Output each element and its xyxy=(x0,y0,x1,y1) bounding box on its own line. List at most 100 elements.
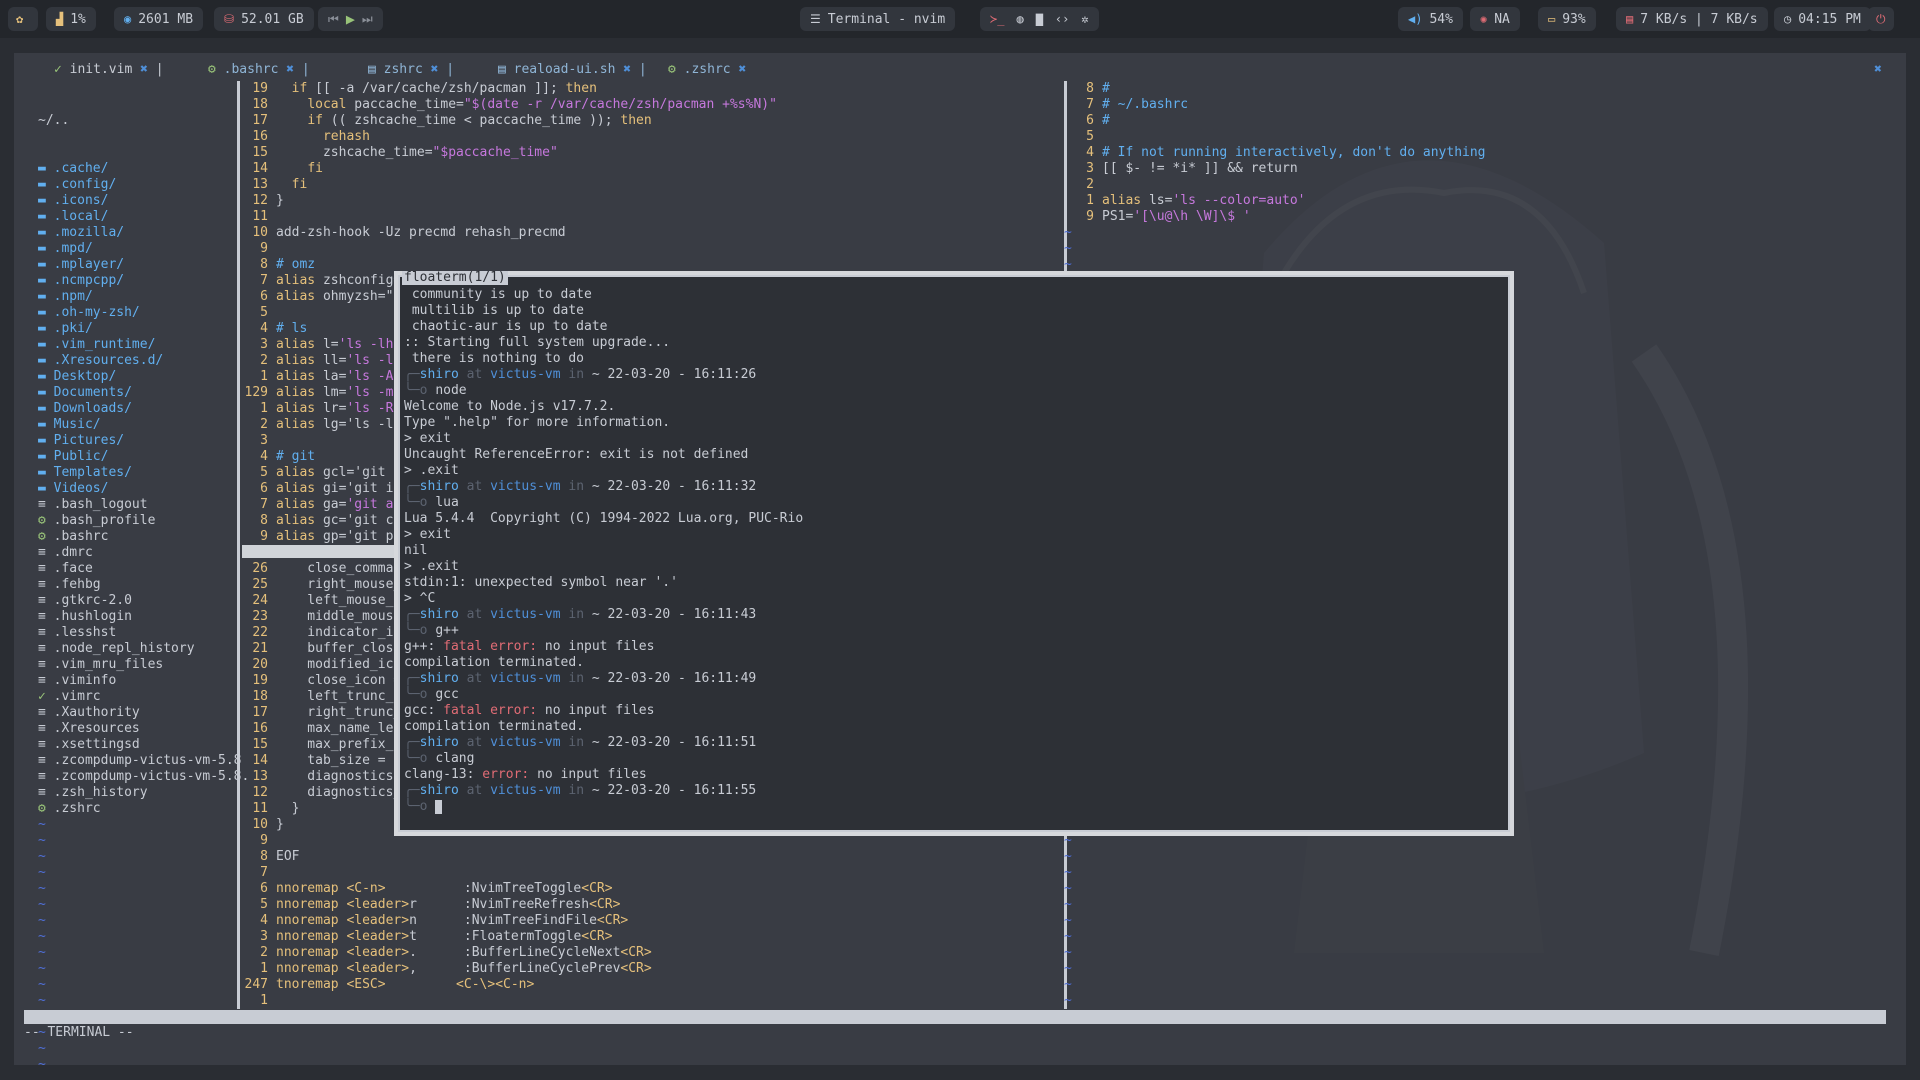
tree-item[interactable]: ≡ .zcompdump-victus-vm-5.8 xyxy=(38,753,248,769)
clock-value: 04:15 PM xyxy=(1798,11,1861,27)
code-line: 8 # xyxy=(1064,81,1894,97)
folder-icon[interactable]: ▇ xyxy=(1036,13,1043,25)
terminal-line: stdin:1: unexpected symbol near '.' xyxy=(404,575,678,590)
code-text: nnoremap <leader>t :FloatermToggle<CR> xyxy=(276,929,613,944)
tree-item[interactable]: ▬ Public/ xyxy=(38,449,248,465)
tree-item[interactable]: ▬ .vim_runtime/ xyxy=(38,337,248,353)
tab-zshrc[interactable]: ▤ zshrc ✖ | xyxy=(368,62,454,78)
tree-item[interactable]: ▬ Music/ xyxy=(38,417,248,433)
line-number: 2 xyxy=(260,353,268,368)
terminal-line: ╭─shiro at victus-vm in ~ 22-03-20 - 16:… xyxy=(404,367,1504,383)
code-line: 247 tnoremap <ESC> <C-\><C-n> xyxy=(238,977,1058,993)
code-text: alias ohmyzsh="nvi xyxy=(276,289,417,304)
file-icon: ≡ xyxy=(38,737,54,752)
tree-item[interactable]: ≡ .viminfo xyxy=(38,673,248,689)
code-line: 15 zshcache_time="$paccache_time" xyxy=(238,145,1058,161)
tree-item[interactable]: ▬ .mpd/ xyxy=(38,241,248,257)
close-icon[interactable]: ✖ xyxy=(286,62,294,77)
tree-item[interactable]: ≡ .lesshst xyxy=(38,625,248,641)
code-line: 14 fi xyxy=(238,161,1058,177)
tree-item[interactable]: ≡ .Xresources xyxy=(38,721,248,737)
power-button[interactable]: ⏻ xyxy=(1868,7,1894,31)
tree-item[interactable]: ≡ .face xyxy=(38,561,248,577)
tree-item-label: .zshrc xyxy=(53,801,101,816)
tree-item[interactable]: ▬ Videos/ xyxy=(38,481,248,497)
play-icon[interactable]: ▶ xyxy=(346,11,355,27)
close-icon[interactable]: ✖ xyxy=(623,62,631,77)
tree-item[interactable]: ▬ Pictures/ xyxy=(38,433,248,449)
tree-item-label: .Xresources.d/ xyxy=(53,353,164,368)
tab-reaload-ui[interactable]: ▤ reaload-ui.sh ✖ | xyxy=(498,62,647,78)
tree-item[interactable]: ⚙ .bashrc xyxy=(38,529,248,545)
tree-item[interactable]: ≡ .node_repl_history xyxy=(38,641,248,657)
prompt-host: victus-vm xyxy=(490,367,561,382)
tree-item[interactable]: ≡ .hushlogin xyxy=(38,609,248,625)
terminal-line: ╰─o clang xyxy=(404,751,1504,767)
tree-item[interactable]: ✓ .vimrc xyxy=(38,689,248,705)
tree-item[interactable]: ≡ .xsettingsd xyxy=(38,737,248,753)
browser-icon[interactable]: ◍ xyxy=(1016,13,1023,25)
tree-item[interactable]: ▬ .mozilla/ xyxy=(38,225,248,241)
tree-item[interactable]: ≡ .bash_logout xyxy=(38,497,248,513)
next-icon[interactable]: ⏭ xyxy=(362,13,373,25)
code-text: diagnostics = xyxy=(276,769,410,784)
tree-item-label: Desktop/ xyxy=(53,369,117,384)
tree-item[interactable]: ▬ .config/ xyxy=(38,177,248,193)
empty-line-marker: ~ xyxy=(1064,977,1072,992)
tree-item[interactable]: ▬ .icons/ xyxy=(38,193,248,209)
tree-item[interactable]: ▬ .ncmpcpp/ xyxy=(38,273,248,289)
tree-item[interactable]: ▬ .npm/ xyxy=(38,289,248,305)
tree-item-label: .cache/ xyxy=(53,161,109,176)
volume-widget[interactable]: ◀) 54% xyxy=(1398,7,1463,31)
tree-item[interactable]: ▬ Templates/ xyxy=(38,465,248,481)
close-icon[interactable]: ✖ xyxy=(738,62,746,77)
tree-item[interactable]: ▬ Desktop/ xyxy=(38,369,248,385)
launcher-button[interactable]: ✿ xyxy=(8,7,38,31)
tree-item[interactable]: ▬ .cache/ xyxy=(38,161,248,177)
tree-item[interactable]: ▬ .Xresources.d/ xyxy=(38,353,248,369)
tree-item[interactable]: ≡ .zsh_history xyxy=(38,785,248,801)
tree-item[interactable]: ▬ Downloads/ xyxy=(38,401,248,417)
code-text: alias la='ls -A' xyxy=(276,369,402,384)
tab-init-vim[interactable]: ✓ init.vim ✖ | xyxy=(54,62,164,78)
tab-bashrc[interactable]: ⚙ .bashrc ✖ | xyxy=(208,62,310,78)
empty-line-marker: ~ xyxy=(38,865,46,880)
tree-item[interactable]: ▬ Documents/ xyxy=(38,385,248,401)
tree-item[interactable]: ≡ .zcompdump-victus-vm-5.8.1 xyxy=(38,769,248,785)
terminal-cursor[interactable] xyxy=(435,799,443,814)
line-number: 15 xyxy=(252,145,268,160)
error-message: no input files xyxy=(529,767,647,782)
close-all-icon[interactable]: ✖ xyxy=(1874,62,1882,78)
tree-item[interactable]: ⚙ .zshrc xyxy=(38,801,248,817)
settings-icon[interactable]: ✲ xyxy=(1081,13,1088,25)
prompt-corner: ╰─o xyxy=(404,687,436,702)
tree-item[interactable]: ▬ .pki/ xyxy=(38,321,248,337)
statusline xyxy=(24,1010,1886,1024)
tree-item-label: .viminfo xyxy=(53,673,117,688)
code-line: 4 # If not running interactively, don't d… xyxy=(1064,145,1894,161)
close-icon[interactable]: ✖ xyxy=(140,62,148,77)
tree-item[interactable]: ▬ .local/ xyxy=(38,209,248,225)
tree-item-label: Templates/ xyxy=(53,465,132,480)
tree-item[interactable]: ≡ .vim_mru_files xyxy=(38,657,248,673)
tree-item[interactable]: ▬ .oh-my-zsh/ xyxy=(38,305,248,321)
tree-item[interactable]: ≡ .Xauthority xyxy=(38,705,248,721)
tree-item[interactable]: ≡ .gtkrc-2.0 xyxy=(38,593,248,609)
tree-item[interactable]: ≡ .dmrc xyxy=(38,545,248,561)
code-icon[interactable]: ‹› xyxy=(1055,13,1069,25)
tree-item[interactable]: ≡ .fehbg xyxy=(38,577,248,593)
prompt-corner: ╭─ xyxy=(404,479,420,494)
folder-icon: ▬ xyxy=(38,161,54,176)
line-number: 19 xyxy=(252,81,268,96)
temp-widget: ✺ NA xyxy=(1470,7,1520,31)
terminal-output[interactable]: community is up to date multilib is up t… xyxy=(404,287,1504,827)
previous-icon[interactable]: ⏮ xyxy=(328,13,339,25)
tree-item[interactable]: ▬ .mplayer/ xyxy=(38,257,248,273)
code-line: 16 rehash xyxy=(238,129,1058,145)
tab-zshrc-dot[interactable]: ⚙ .zshrc ✖ xyxy=(668,62,746,78)
terminal-icon[interactable]: ≻_ xyxy=(990,13,1004,25)
floaterm-window[interactable]: floaterm(1/1) community is up to date mu… xyxy=(394,271,1514,836)
tree-item[interactable]: ⚙ .bash_profile xyxy=(38,513,248,529)
gear-icon: ⚙ xyxy=(208,62,224,77)
close-icon[interactable]: ✖ xyxy=(431,62,439,77)
